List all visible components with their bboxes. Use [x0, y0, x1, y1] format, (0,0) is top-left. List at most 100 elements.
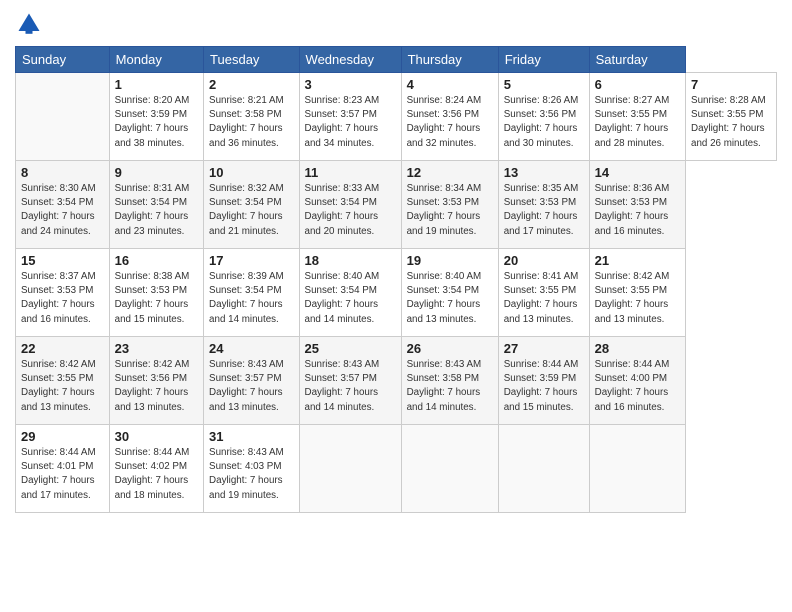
day-number: 5: [504, 77, 584, 92]
day-info: Sunrise: 8:30 AMSunset: 3:54 PMDaylight:…: [21, 182, 104, 239]
day-info: Sunrise: 8:43 AMSunset: 4:03 PMDaylight:…: [209, 446, 293, 503]
table-row: 28 Sunrise: 8:44 AM Sunset: 4:00 PM Dayligh…: [589, 337, 685, 425]
sunset-label: Sunset: 3:59 PM: [115, 109, 187, 120]
sunrise-label: Sunrise: 8:26 AM: [504, 95, 579, 106]
day-info: Sunrise: 8:35 AMSunset: 3:53 PMDaylight:…: [504, 182, 584, 239]
sunset-label: Sunset: 4:03 PM: [209, 461, 281, 472]
table-row: 19Sunrise: 8:40 AMSunset: 3:54 PMDayligh…: [401, 249, 498, 337]
table-row: 1Sunrise: 8:20 AMSunset: 3:59 PMDaylight…: [109, 73, 203, 161]
day-info: Sunrise: 8:32 AMSunset: 3:54 PMDaylight:…: [209, 182, 293, 239]
day-number: 28: [595, 341, 680, 356]
daylight-label: Daylight: 7 hours and 14 minutes.: [209, 299, 283, 324]
day-info: Sunrise: 8:24 AMSunset: 3:56 PMDaylight:…: [407, 94, 493, 151]
day-number: 17: [209, 253, 293, 268]
table-row: 17Sunrise: 8:39 AMSunset: 3:54 PMDayligh…: [204, 249, 299, 337]
day-number: 19: [407, 253, 493, 268]
day-info: Sunrise: 8:20 AMSunset: 3:59 PMDaylight:…: [115, 94, 198, 151]
sunrise-label: Sunrise: 8:42 AM: [21, 359, 96, 370]
sunset-label: Sunset: 4:01 PM: [21, 461, 93, 472]
sunrise-label: Sunrise: 8:32 AM: [209, 183, 284, 194]
calendar-week-2: 8Sunrise: 8:30 AMSunset: 3:54 PMDaylight…: [16, 161, 777, 249]
sunset-label: Sunset: 3:53 PM: [21, 285, 93, 296]
sunrise-label: Sunrise: 8:34 AM: [407, 183, 482, 194]
daylight-label: Daylight: 7 hours and 13 minutes.: [209, 387, 283, 412]
day-number: 14: [595, 165, 680, 180]
daylight-label: Daylight: 7 hours and 30 minutes.: [504, 123, 578, 148]
daylight-label: Daylight: 7 hours and 16 minutes.: [595, 387, 669, 412]
sunrise-label: Sunrise: 8:33 AM: [305, 183, 380, 194]
daylight-label: Daylight: 7 hours and 32 minutes.: [407, 123, 481, 148]
daylight-label: Daylight: 7 hours and 15 minutes.: [504, 387, 578, 412]
day-number: 31: [209, 429, 293, 444]
sunset-label: Sunset: 3:58 PM: [209, 109, 281, 120]
sunset-label: Sunset: 4:02 PM: [115, 461, 187, 472]
table-row: 31Sunrise: 8:43 AMSunset: 4:03 PMDayligh…: [204, 425, 299, 513]
sunrise-label: Sunrise: 8:43 AM: [305, 359, 380, 370]
sunset-label: Sunset: 3:57 PM: [209, 373, 281, 384]
table-row: 30Sunrise: 8:44 AMSunset: 4:02 PMDayligh…: [109, 425, 203, 513]
day-info: Sunrise: 8:44 AM Sunset: 4:00 PM Daylight:…: [595, 358, 680, 415]
sunset-label: Sunset: 3:57 PM: [305, 109, 377, 120]
day-info: Sunrise: 8:28 AMSunset: 3:55 PMDaylight:…: [691, 94, 771, 151]
table-row: 11Sunrise: 8:33 AMSunset: 3:54 PMDayligh…: [299, 161, 401, 249]
day-number: 2: [209, 77, 293, 92]
daylight-label: Daylight: 7 hours and 16 minutes.: [595, 211, 669, 236]
calendar-week-5: 29 Sunrise: 8:44 AMSunset: 4:01 PMDayligh…: [16, 425, 777, 513]
table-row: 21Sunrise: 8:42 AMSunset: 3:55 PMDayligh…: [589, 249, 685, 337]
daylight-label: Daylight: 7 hours and 26 minutes.: [691, 123, 765, 148]
day-info: Sunrise: 8:43 AMSunset: 3:58 PMDaylight:…: [407, 358, 493, 415]
sunset-label: Sunset: 3:56 PM: [115, 373, 187, 384]
daylight-label: Daylight: 7 hours and 17 minutes.: [504, 211, 578, 236]
sunrise-label: Sunrise: 8:43 AM: [209, 447, 284, 458]
day-number: 29: [21, 429, 104, 444]
daylight-label: Daylight: 7 hours and 21 minutes.: [209, 211, 283, 236]
day-info: Sunrise: 8:44 AMSunset: 4:01 PMDaylight:…: [21, 446, 104, 503]
table-row: 12Sunrise: 8:34 AMSunset: 3:53 PMDayligh…: [401, 161, 498, 249]
day-info: Sunrise: 8:38 AMSunset: 3:53 PMDaylight:…: [115, 270, 198, 327]
table-row: 23Sunrise: 8:42 AMSunset: 3:56 PMDayligh…: [109, 337, 203, 425]
day-number: 7: [691, 77, 771, 92]
day-info: Sunrise: 8:31 AMSunset: 3:54 PMDaylight:…: [115, 182, 198, 239]
calendar-week-4: 22 Sunrise: 8:42 AM Sunset: 3:55 PM Dayligh…: [16, 337, 777, 425]
sunset-label: Sunset: 3:55 PM: [691, 109, 763, 120]
day-number: 3: [305, 77, 396, 92]
col-saturday: Saturday: [589, 47, 685, 73]
day-number: 22: [21, 341, 104, 356]
calendar-week-3: 15Sunrise: 8:37 AMSunset: 3:53 PMDayligh…: [16, 249, 777, 337]
sunset-label: Sunset: 3:54 PM: [115, 197, 187, 208]
table-row: 15Sunrise: 8:37 AMSunset: 3:53 PMDayligh…: [16, 249, 110, 337]
table-row: 2Sunrise: 8:21 AMSunset: 3:58 PMDaylight…: [204, 73, 299, 161]
sunset-label: Sunset: 3:54 PM: [407, 285, 479, 296]
sunset-label: Sunset: 3:56 PM: [407, 109, 479, 120]
day-number: 4: [407, 77, 493, 92]
table-row: 3 Sunrise: 8:23 AM Sunset: 3:57 PM Daylight…: [299, 73, 401, 161]
table-row: 14Sunrise: 8:36 AMSunset: 3:53 PMDayligh…: [589, 161, 685, 249]
day-number: 9: [115, 165, 198, 180]
daylight-label: Daylight: 7 hours and 17 minutes.: [21, 475, 95, 500]
table-row: 29 Sunrise: 8:44 AMSunset: 4:01 PMDayligh…: [16, 425, 110, 513]
sunset-label: Sunset: 4:00 PM: [595, 373, 667, 384]
day-info: Sunrise: 8:44 AMSunset: 4:02 PMDaylight:…: [115, 446, 198, 503]
sunrise-label: Sunrise: 8:35 AM: [504, 183, 579, 194]
sunset-label: Sunset: 3:53 PM: [115, 285, 187, 296]
day-number: 26: [407, 341, 493, 356]
sunset-label: Sunset: 3:55 PM: [21, 373, 93, 384]
empty-cell: [16, 73, 110, 161]
daylight-label: Daylight: 7 hours and 13 minutes.: [407, 299, 481, 324]
daylight-label: Daylight: 7 hours and 13 minutes.: [115, 387, 189, 412]
table-row: [498, 425, 589, 513]
sunset-label: Sunset: 3:55 PM: [504, 285, 576, 296]
table-row: [401, 425, 498, 513]
sunrise-label: Sunrise: 8:42 AM: [595, 271, 670, 282]
day-info: Sunrise: 8:33 AMSunset: 3:54 PMDaylight:…: [305, 182, 396, 239]
table-row: 6Sunrise: 8:27 AMSunset: 3:55 PMDaylight…: [589, 73, 685, 161]
sunrise-label: Sunrise: 8:43 AM: [407, 359, 482, 370]
sunrise-label: Sunrise: 8:31 AM: [115, 183, 190, 194]
day-info: Sunrise: 8:41 AMSunset: 3:55 PMDaylight:…: [504, 270, 584, 327]
table-row: 22Sunrise: 8:42 AMSunset: 3:55 PMDayligh…: [16, 337, 110, 425]
daylight-label: Daylight: 7 hours and 34 minutes.: [305, 123, 379, 148]
col-tuesday: Tuesday: [204, 47, 299, 73]
sunrise-label: Sunrise: 8:44 AM: [595, 359, 670, 370]
sunrise-label: Sunrise: 8:23 AM: [305, 95, 380, 106]
day-number: 21: [595, 253, 680, 268]
